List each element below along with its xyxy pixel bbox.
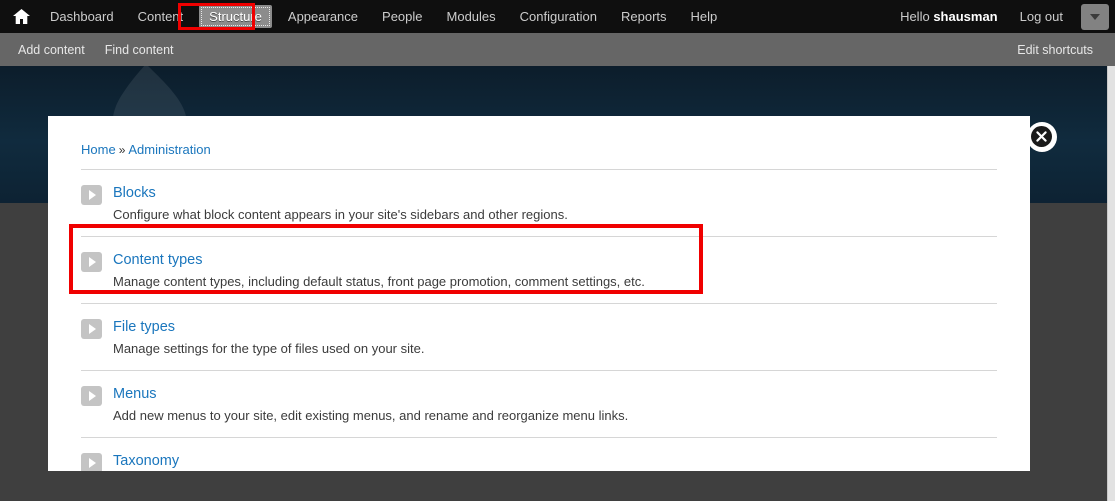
breadcrumb: Home» Administration [81, 142, 997, 170]
edit-shortcuts-link[interactable]: Edit shortcuts [1007, 43, 1103, 57]
item-text: Blocks Configure what block content appe… [113, 184, 997, 223]
close-icon [1036, 131, 1047, 142]
toolbar-menu: Dashboard Content Structure Appearance P… [38, 0, 729, 33]
list-item-blocks[interactable]: Blocks Configure what block content appe… [81, 170, 997, 237]
browser-viewport: Dashboard Content Structure Appearance P… [0, 0, 1115, 501]
toolbar-item-configuration[interactable]: Configuration [508, 0, 609, 33]
chevron-right-icon [81, 386, 102, 406]
item-text: Menus Add new menus to your site, edit e… [113, 385, 997, 424]
admin-overlay-dialog: Home» Administration Blocks Configure wha… [48, 116, 1030, 471]
item-text: File types Manage settings for the type … [113, 318, 997, 357]
breadcrumb-home-link[interactable]: Home [81, 142, 116, 157]
shortcut-add-content[interactable]: Add content [8, 43, 95, 57]
admin-link-file-types[interactable]: File types [113, 318, 997, 336]
toolbar-collapse-button[interactable] [1081, 3, 1109, 30]
admin-link-taxonomy[interactable]: Taxonomy [113, 452, 997, 470]
home-icon[interactable] [4, 0, 38, 33]
toolbar-item-reports[interactable]: Reports [609, 0, 679, 33]
username-label: shausman [933, 9, 998, 24]
toolbar-item-content[interactable]: Content [126, 0, 196, 33]
admin-desc-menus: Add new menus to your site, edit existin… [113, 408, 629, 423]
toolbar-item-help[interactable]: Help [679, 0, 730, 33]
toolbar-item-modules[interactable]: Modules [435, 0, 508, 33]
shortcut-bar: Add content Find content Edit shortcuts [0, 33, 1115, 66]
shortcut-find-content[interactable]: Find content [95, 43, 184, 57]
admin-task-list: Blocks Configure what block content appe… [81, 170, 997, 471]
chevron-down-icon [1090, 13, 1100, 20]
toolbar-item-dashboard[interactable]: Dashboard [38, 0, 126, 33]
toolbar-item-appearance[interactable]: Appearance [276, 0, 370, 33]
list-item-file-types[interactable]: File types Manage settings for the type … [81, 304, 997, 371]
chevron-right-icon [81, 185, 102, 205]
admin-desc-content-types: Manage content types, including default … [113, 274, 645, 289]
chevron-right-icon [81, 319, 102, 339]
close-overlay-button[interactable] [1027, 122, 1063, 158]
toolbar-logout-link[interactable]: Log out [1010, 9, 1073, 24]
chevron-right-icon [81, 252, 102, 272]
greeting-prefix: Hello [900, 9, 934, 24]
admin-link-menus[interactable]: Menus [113, 385, 997, 403]
item-text: Taxonomy Manage tagging, categorization,… [113, 452, 997, 471]
admin-link-blocks[interactable]: Blocks [113, 184, 997, 202]
breadcrumb-separator: » [118, 143, 126, 157]
admin-link-content-types[interactable]: Content types [113, 251, 997, 269]
admin-desc-blocks: Configure what block content appears in … [113, 207, 568, 222]
user-greeting: Hello shausman [888, 9, 1010, 24]
breadcrumb-administration-link[interactable]: Administration [128, 142, 210, 157]
toolbar-item-structure[interactable]: Structure [199, 5, 272, 28]
admin-toolbar: Dashboard Content Structure Appearance P… [0, 0, 1115, 33]
chevron-right-icon [81, 453, 102, 471]
overlay-content: Home» Administration Blocks Configure wha… [48, 116, 1030, 471]
admin-desc-file-types: Manage settings for the type of files us… [113, 341, 425, 356]
list-item-taxonomy[interactable]: Taxonomy Manage tagging, categorization,… [81, 438, 997, 471]
page-scrollbar[interactable] [1107, 66, 1115, 501]
toolbar-item-people[interactable]: People [370, 0, 434, 33]
toolbar-user-area: Hello shausman Log out [888, 0, 1115, 33]
list-item-menus[interactable]: Menus Add new menus to your site, edit e… [81, 371, 997, 438]
item-text: Content types Manage content types, incl… [113, 251, 997, 290]
list-item-content-types[interactable]: Content types Manage content types, incl… [81, 237, 997, 304]
